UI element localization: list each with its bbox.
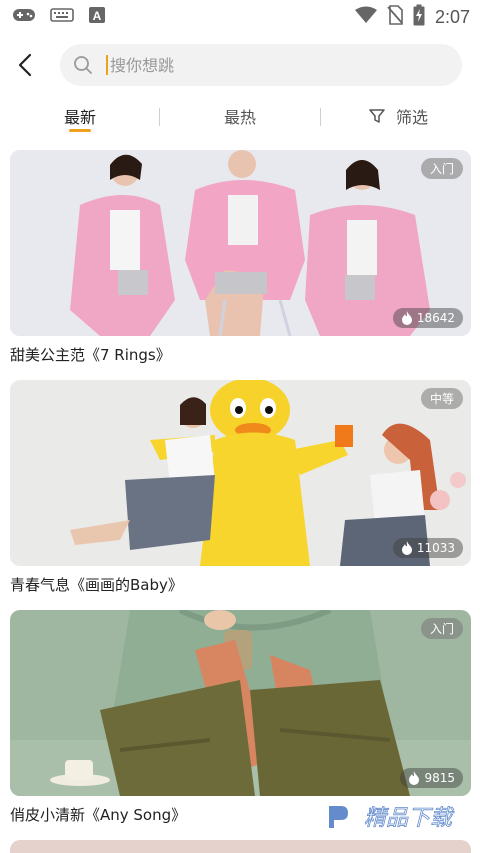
heat-count: 11033 [416, 541, 455, 555]
video-card[interactable]: 中等 11033 青春气息《画画的Baby》 [10, 380, 471, 595]
back-button[interactable] [10, 50, 40, 80]
video-thumbnail[interactable]: 中等 11033 [10, 380, 471, 566]
tab-divider [159, 108, 160, 126]
heat-count: 18642 [416, 311, 455, 325]
no-sim-icon [387, 5, 403, 29]
tab-hottest[interactable]: 最热 [224, 104, 256, 128]
status-bar: A 2:07 [0, 0, 480, 32]
video-title[interactable]: 青春气息《画画的Baby》 [10, 574, 471, 595]
level-badge: 入门 [420, 618, 463, 639]
chevron-left-icon [18, 53, 32, 77]
filter-icon[interactable] [368, 107, 386, 125]
flame-icon [401, 541, 412, 555]
heat-badge: 9815 [400, 768, 463, 788]
video-thumbnail[interactable]: 入门 9815 [10, 610, 471, 796]
level-badge: 入门 [420, 158, 463, 179]
font-a-icon: A [88, 6, 106, 28]
video-thumbnail-image [10, 610, 471, 796]
flame-icon [409, 771, 420, 785]
battery-charging-icon [413, 4, 425, 30]
flame-icon [401, 311, 412, 325]
font-a-glyph: A [93, 9, 102, 23]
search-icon [72, 54, 94, 76]
heat-badge: 18642 [392, 308, 463, 328]
video-thumbnail[interactable]: 入门 18642 [10, 150, 471, 336]
next-video-thumbnail[interactable] [10, 840, 471, 853]
watermark-text: 精品下载 [364, 806, 455, 831]
gamepad-icon [12, 7, 36, 27]
wifi-icon [354, 6, 377, 28]
heat-count: 9815 [424, 771, 455, 785]
text-cursor [106, 55, 108, 75]
watermark-logo: 精品下载 [312, 791, 472, 841]
tab-filter[interactable]: 筛选 [396, 104, 428, 128]
clock: 2:07 [434, 6, 470, 27]
heat-badge: 11033 [392, 538, 463, 558]
tab-latest[interactable]: 最新 [64, 104, 96, 128]
tab-divider [320, 108, 321, 126]
search-bar[interactable] [60, 44, 462, 86]
filter-tabs: 最新 最热 筛选 [0, 98, 480, 138]
search-input[interactable] [110, 55, 410, 75]
video-title[interactable]: 甜美公主范《7 Rings》 [10, 344, 471, 365]
video-card[interactable]: 入门 18642 甜美公主范《7 Rings》 [10, 150, 471, 365]
keyboard-icon [50, 7, 74, 27]
level-badge: 中等 [420, 388, 463, 409]
active-tab-indicator [69, 129, 91, 132]
